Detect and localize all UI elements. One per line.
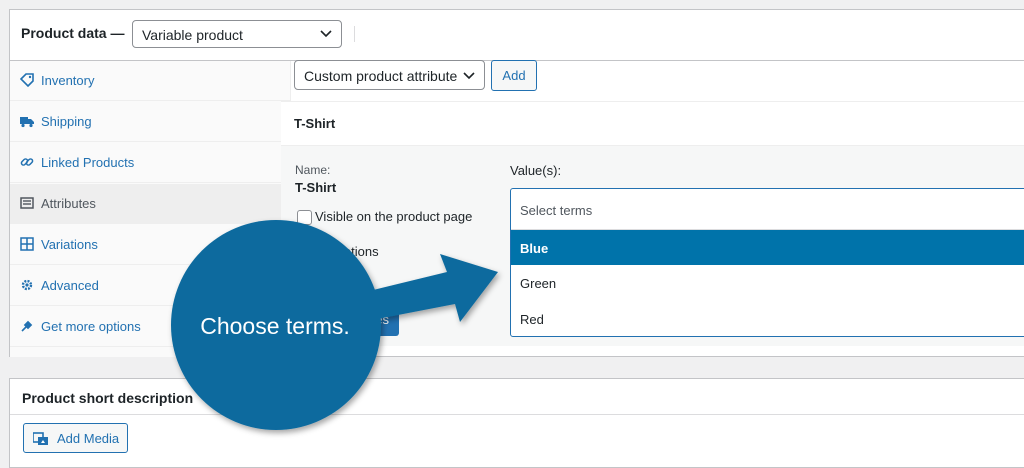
product-data-title: Product data — bbox=[21, 25, 125, 41]
short-description-panel: Product short description Add Media bbox=[9, 378, 1024, 468]
term-option-label: Green bbox=[520, 276, 557, 291]
add-media-label: Add Media bbox=[57, 431, 120, 446]
visible-on-product-page-checkbox[interactable] bbox=[297, 210, 312, 225]
name-label: Name: bbox=[295, 163, 331, 177]
callout-text: Choose terms. bbox=[200, 313, 350, 339]
used-for-variations-label: r variations bbox=[315, 244, 379, 259]
attribute-type-value: Custom product attribute bbox=[304, 68, 458, 84]
tab-attributes[interactable]: Attributes bbox=[10, 184, 290, 224]
grid-icon bbox=[20, 237, 34, 251]
tag-icon bbox=[20, 73, 34, 87]
term-option-blue[interactable]: Blue bbox=[511, 230, 1024, 265]
visible-on-product-page-label: Visible on the product page bbox=[315, 209, 473, 224]
tab-label: Inventory bbox=[41, 73, 95, 88]
tab-inventory[interactable]: Inventory bbox=[10, 61, 290, 101]
tab-variations[interactable]: Variations bbox=[10, 225, 290, 265]
values-label: Value(s): bbox=[510, 163, 562, 178]
attribute-header[interactable]: T-Shirt bbox=[281, 102, 1024, 146]
tab-advanced[interactable]: Advanced bbox=[10, 266, 290, 306]
short-description-title: Product short description bbox=[22, 390, 194, 406]
terms-placeholder: Select terms bbox=[520, 203, 593, 218]
terms-select[interactable]: Select terms Blue Green Red bbox=[510, 188, 1024, 337]
tab-label: Linked Products bbox=[41, 155, 135, 170]
plugin-icon bbox=[21, 320, 33, 332]
term-option-green[interactable]: Green bbox=[511, 265, 1024, 300]
chevron-down-icon bbox=[462, 68, 476, 82]
short-description-divider bbox=[10, 414, 1024, 415]
name-value: T-Shirt bbox=[295, 180, 337, 195]
tab-label: Attributes bbox=[41, 196, 96, 211]
terms-search-input[interactable]: Select terms bbox=[511, 189, 1024, 230]
product-type-value: Variable product bbox=[142, 27, 243, 43]
term-option-label: Red bbox=[520, 312, 544, 327]
tab-label: Advanced bbox=[41, 278, 99, 293]
term-option-red[interactable]: Red bbox=[511, 301, 1024, 336]
attribute-type-select[interactable]: Custom product attribute bbox=[294, 60, 485, 90]
tab-shipping[interactable]: Shipping bbox=[10, 102, 290, 142]
term-option-label: Blue bbox=[520, 241, 549, 256]
media-icon bbox=[33, 432, 48, 445]
link-icon bbox=[20, 158, 34, 166]
tab-label: Get more options bbox=[41, 319, 141, 334]
chevron-down-icon bbox=[320, 30, 332, 38]
attributes-toolbar: Custom product attribute Add bbox=[281, 51, 1024, 102]
list-icon bbox=[20, 197, 34, 209]
tab-label: Shipping bbox=[41, 114, 92, 129]
add-attribute-button[interactable]: Add bbox=[491, 60, 537, 91]
gear-icon bbox=[21, 279, 33, 291]
tab-linked-products[interactable]: Linked Products bbox=[10, 143, 290, 183]
product-type-select[interactable]: Variable product bbox=[132, 20, 342, 48]
tab-label: Variations bbox=[41, 237, 98, 252]
add-media-button[interactable]: Add Media bbox=[23, 423, 128, 453]
header-divider bbox=[354, 26, 355, 42]
attribute-title: T-Shirt bbox=[294, 116, 336, 131]
truck-icon bbox=[20, 117, 34, 128]
